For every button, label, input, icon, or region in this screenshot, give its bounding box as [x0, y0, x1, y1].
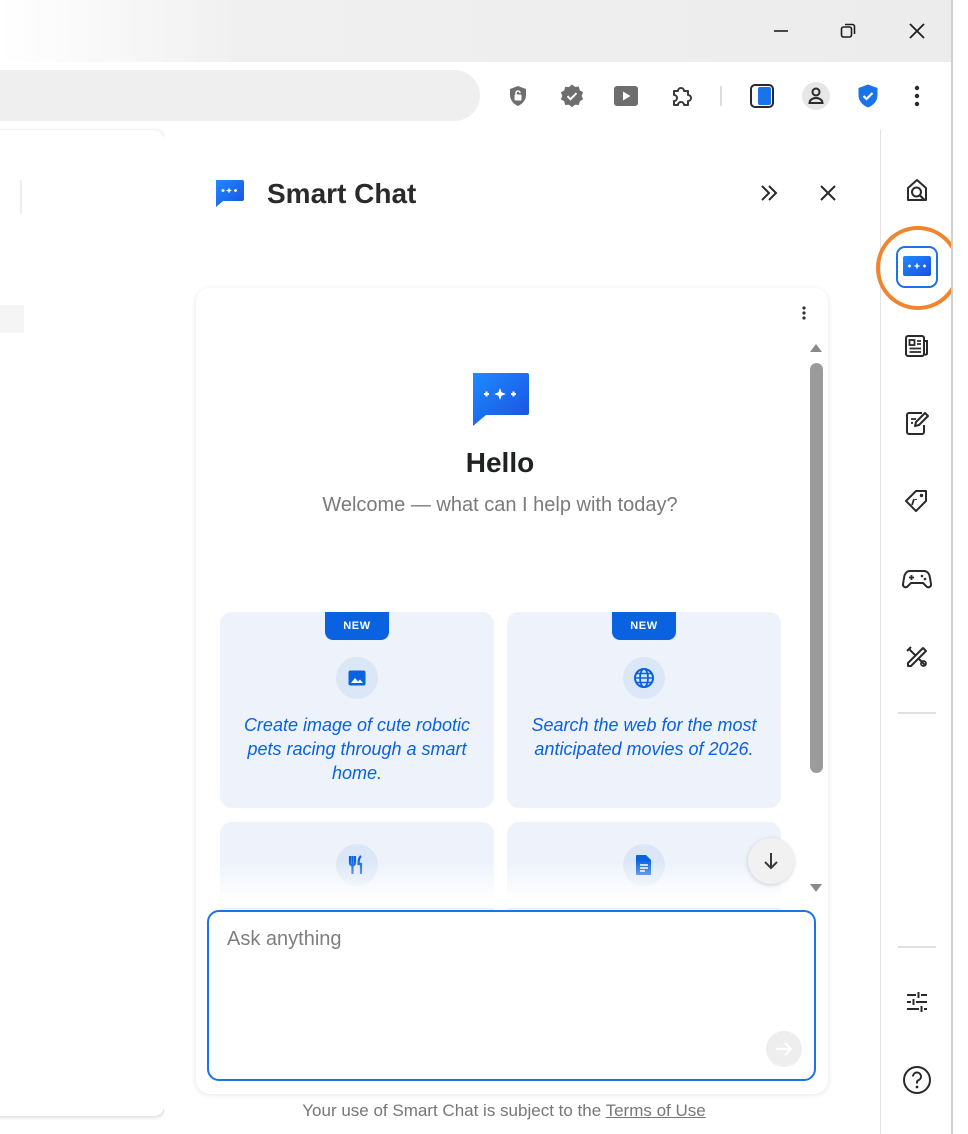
sidebar-toggle-icon — [750, 84, 774, 108]
scrollbar-thumb[interactable] — [810, 363, 823, 773]
search-page-icon — [907, 179, 927, 202]
rail-divider — [898, 712, 936, 714]
desktop-background — [953, 0, 968, 1134]
web-page-content — [0, 130, 164, 1116]
video-icon — [614, 86, 638, 106]
close-icon — [909, 23, 925, 39]
tools-icon — [906, 646, 927, 667]
notes-icon — [906, 412, 929, 435]
minimize-button[interactable] — [764, 14, 798, 48]
new-badge: NEW — [612, 612, 676, 640]
sidebar-item-help[interactable] — [898, 1061, 936, 1099]
sidebar-item-customize[interactable] — [898, 983, 936, 1021]
more-menu-button[interactable] — [900, 79, 934, 113]
suggestion-text: Create image of cute robotic pets racing… — [243, 715, 471, 783]
ask-anything-input[interactable] — [227, 928, 787, 1028]
close-icon — [820, 185, 836, 201]
rail-divider — [898, 946, 936, 948]
double-chevron-right-icon — [761, 185, 778, 201]
smart-chat-icon — [903, 256, 931, 276]
image-icon — [336, 657, 378, 699]
restore-icon — [840, 23, 856, 38]
page-divider — [20, 180, 22, 214]
address-bar[interactable] — [0, 70, 480, 121]
sidebar-item-tools[interactable] — [898, 638, 936, 676]
suggestion-card-search-web[interactable]: NEW Search the web for the most anticipa… — [507, 612, 781, 808]
more-menu-icon — [914, 85, 920, 107]
help-icon — [903, 1066, 931, 1094]
verified-badge-button[interactable] — [555, 79, 589, 113]
profile-button[interactable] — [799, 79, 833, 113]
globe-icon — [623, 657, 665, 699]
more-vertical-icon — [802, 306, 806, 320]
suggestion-text: Search the web for the most anticipated … — [531, 715, 757, 759]
smart-chat-hero-icon — [470, 371, 530, 427]
deals-tag-icon — [905, 490, 927, 512]
restore-button[interactable] — [831, 14, 865, 48]
greeting-heading: Hello — [465, 447, 535, 478]
security-shield-button[interactable] — [851, 79, 885, 113]
verified-badge-icon — [560, 84, 584, 108]
page-block — [0, 305, 24, 333]
profile-avatar-icon — [802, 82, 830, 110]
scroll-to-bottom-button[interactable] — [748, 838, 794, 884]
customize-sliders-icon — [907, 992, 927, 1012]
sidebar-item-deals[interactable] — [898, 482, 936, 520]
collapse-panel-button[interactable] — [752, 176, 786, 210]
close-panel-button[interactable] — [811, 176, 845, 210]
extensions-button[interactable] — [664, 79, 698, 113]
suggestion-card-create-image[interactable]: NEW Create image of cute robotic pets ra… — [220, 612, 494, 808]
lock-shield-button[interactable] — [501, 79, 535, 113]
minimize-icon — [774, 30, 788, 32]
sidebar-toggle-button[interactable] — [745, 79, 779, 113]
smart-chat-logo-icon — [212, 176, 246, 210]
new-badge: NEW — [325, 612, 389, 640]
title-bar — [0, 0, 952, 62]
close-window-button[interactable] — [900, 14, 934, 48]
terms-footer: Your use of Smart Chat is subject to the… — [164, 1101, 844, 1121]
send-button[interactable] — [766, 1031, 802, 1067]
sidebar-item-smart-chat[interactable] — [896, 246, 938, 288]
lock-shield-icon — [510, 86, 526, 106]
security-shield-icon — [858, 84, 878, 108]
scroll-fade — [216, 860, 806, 908]
send-arrow-icon — [776, 1042, 793, 1056]
footer-text: Your use of Smart Chat is subject to the — [302, 1101, 606, 1120]
news-icon — [905, 335, 928, 357]
chat-input-box — [207, 910, 816, 1081]
browser-toolbar — [0, 62, 952, 130]
sidebar-item-games[interactable] — [898, 560, 936, 598]
terms-of-use-link[interactable]: Terms of Use — [606, 1101, 706, 1120]
panel-title: Smart Chat — [267, 178, 417, 209]
extensions-puzzle-icon — [673, 87, 692, 106]
toolbar-separator — [720, 86, 722, 106]
sidebar-item-news[interactable] — [898, 327, 936, 365]
arrow-down-icon — [764, 853, 778, 870]
sidebar-item-search[interactable] — [898, 171, 936, 209]
games-controller-icon — [902, 570, 932, 589]
video-button[interactable] — [609, 79, 643, 113]
chat-options-button[interactable] — [792, 300, 816, 326]
sidebar-item-notes[interactable] — [898, 404, 936, 442]
welcome-subtitle: Welcome — what can I help with today? — [322, 494, 678, 516]
